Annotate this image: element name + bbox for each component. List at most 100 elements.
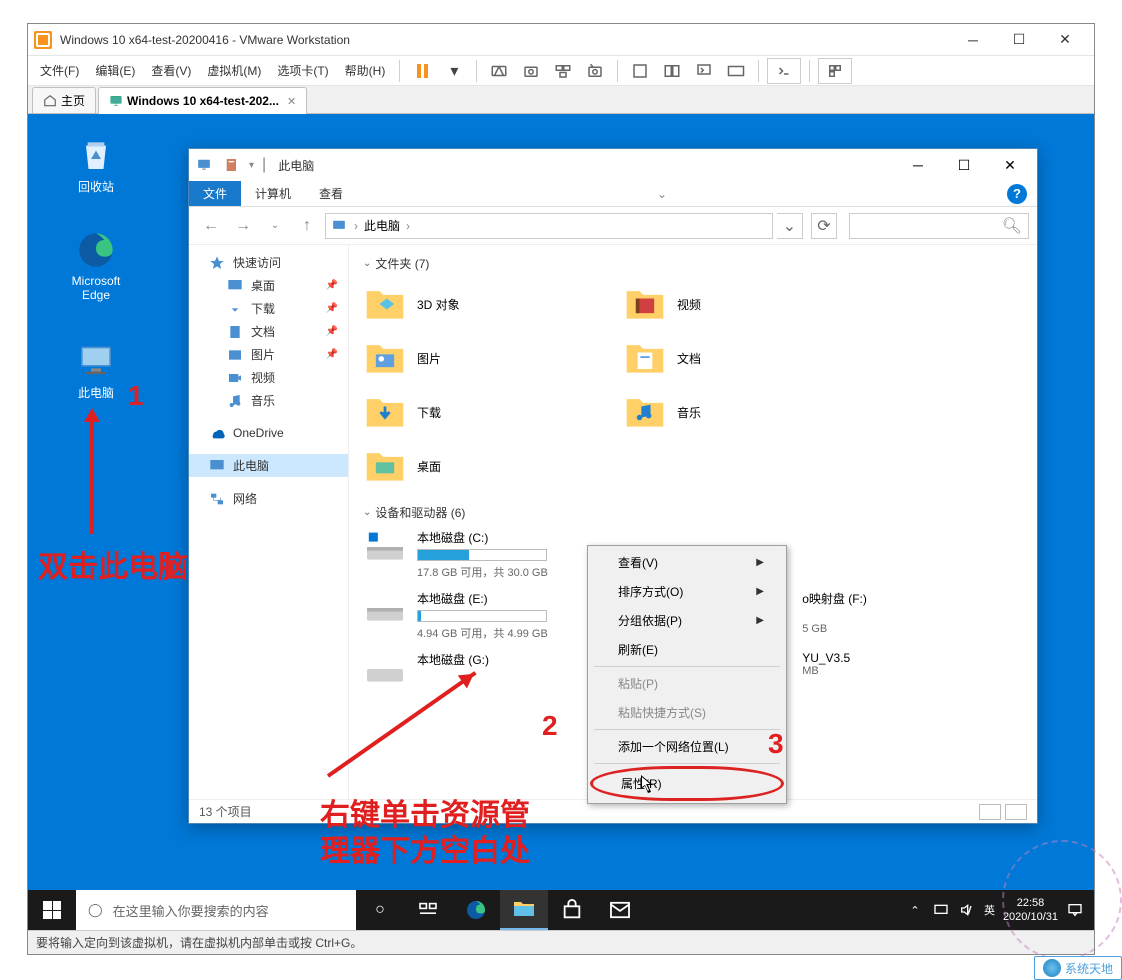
nav-up-button[interactable]: ↑	[293, 212, 321, 240]
nav-back-button[interactable]: ←	[197, 212, 225, 240]
ctx-view[interactable]: 查看(V)▶	[590, 548, 784, 577]
stretch-icon[interactable]	[722, 58, 750, 84]
taskbar-mail[interactable]	[596, 890, 644, 930]
console-icon[interactable]	[690, 58, 718, 84]
explorer-titlebar[interactable]: ▾ | 此电脑 ─ ☐ ✕	[189, 149, 1037, 181]
search-input[interactable]: 🔍︎	[849, 213, 1029, 239]
view-icons-button[interactable]	[1005, 804, 1027, 820]
menu-file[interactable]: 文件(F)	[34, 60, 85, 81]
folder-videos[interactable]: 视频	[623, 280, 863, 328]
command-icon[interactable]	[767, 58, 801, 84]
start-button[interactable]	[28, 890, 76, 930]
sidebar-this-pc[interactable]: 此电脑	[189, 454, 348, 477]
address-dropdown[interactable]: ⌄	[777, 213, 803, 239]
desktop-recycle-bin[interactable]: 回收站	[58, 134, 134, 195]
snapshot-manager-icon[interactable]	[549, 58, 577, 84]
exp-minimize-button[interactable]: ─	[895, 150, 941, 180]
maximize-button[interactable]: ☐	[996, 25, 1042, 55]
sidebar-documents[interactable]: 文档📌	[189, 320, 348, 343]
qat-dropdown-icon[interactable]: ▾	[249, 160, 254, 171]
help-icon[interactable]: ?	[1007, 184, 1027, 204]
stop-dropdown[interactable]: ▾	[440, 58, 468, 84]
ctx-group[interactable]: 分组依据(P)▶	[590, 606, 784, 635]
taskbar-store[interactable]	[548, 890, 596, 930]
qat-thispc-icon[interactable]	[193, 154, 215, 176]
desktop-this-pc[interactable]: 此电脑	[58, 340, 134, 401]
explorer-sidebar: 快速访问 桌面📌 下载📌 文档📌 图片📌 视频 音乐 OneDrive 此电脑 …	[189, 245, 349, 799]
send-ctrlaltdel-icon[interactable]	[485, 58, 513, 84]
sidebar-network[interactable]: 网络	[189, 487, 348, 510]
tab-close-icon[interactable]: ✕	[287, 95, 296, 108]
menu-help[interactable]: 帮助(H)	[339, 60, 392, 81]
sidebar-onedrive[interactable]: OneDrive	[189, 422, 348, 444]
tray-volume-icon[interactable]	[958, 901, 976, 919]
folder-documents[interactable]: 文档	[623, 334, 863, 382]
ribbon-computer-tab[interactable]: 计算机	[241, 181, 305, 206]
drive-icon	[363, 651, 407, 687]
tab-vm[interactable]: Windows 10 x64-test-202... ✕	[98, 87, 307, 114]
exp-close-button[interactable]: ✕	[987, 150, 1033, 180]
close-button[interactable]: ✕	[1042, 25, 1088, 55]
desktop-edge[interactable]: Microsoft Edge	[58, 230, 134, 302]
this-pc-icon	[76, 340, 116, 380]
nav-history-dropdown[interactable]: ⌄	[261, 212, 289, 240]
cortana-button[interactable]: ○	[356, 890, 404, 930]
annotation-rightclick-2: 理器下方空白处	[320, 826, 530, 870]
drive-f[interactable]: o映射盘 (F:)5 GB	[802, 590, 1023, 641]
edge-label: Microsoft Edge	[58, 274, 134, 302]
fullscreen-icon[interactable]	[626, 58, 654, 84]
menu-view[interactable]: 查看(V)	[145, 60, 197, 81]
vm-desktop[interactable]: 回收站 Microsoft Edge 此电脑 ▾ | 此电脑 ─ ☐	[28, 114, 1094, 930]
ribbon-expand-icon[interactable]: ⌄	[657, 187, 667, 201]
sidebar-music[interactable]: 音乐	[189, 389, 348, 412]
ribbon-view-tab[interactable]: 查看	[305, 181, 357, 206]
task-view-button[interactable]	[404, 890, 452, 930]
menu-tabs[interactable]: 选项卡(T)	[271, 60, 334, 81]
section-drives[interactable]: ⌄设备和驱动器 (6)	[363, 504, 1023, 521]
view-details-button[interactable]	[979, 804, 1001, 820]
thispc-label: 此电脑	[58, 384, 134, 401]
folder-pictures[interactable]: 图片	[363, 334, 603, 382]
chevron-right-icon: ▶	[756, 557, 764, 568]
nav-forward-button[interactable]: →	[229, 212, 257, 240]
minimize-button[interactable]: ─	[950, 25, 996, 55]
snapshot-revert-icon[interactable]	[581, 58, 609, 84]
thumbnail-icon[interactable]	[818, 58, 852, 84]
folder-desktop[interactable]: 桌面	[363, 442, 603, 490]
tab-home[interactable]: 主页	[32, 87, 96, 113]
menu-edit[interactable]: 编辑(E)	[89, 60, 141, 81]
drive-dvd[interactable]: YU_V3.5MB	[802, 651, 1023, 687]
context-menu: 查看(V)▶ 排序方式(O)▶ 分组依据(P)▶ 刷新(E) 粘贴(P) 粘贴快…	[587, 545, 787, 804]
sidebar-pictures[interactable]: 图片📌	[189, 343, 348, 366]
menu-vm[interactable]: 虚拟机(M)	[201, 60, 267, 81]
taskbar-explorer[interactable]	[500, 890, 548, 930]
ribbon-file-tab[interactable]: 文件	[189, 181, 241, 206]
address-input[interactable]: › 此电脑 ›	[325, 213, 773, 239]
section-folders[interactable]: ⌄文件夹 (7)	[363, 255, 1023, 272]
tray-ime[interactable]: 英	[984, 902, 995, 918]
explorer-ribbon: 文件 计算机 查看 ⌄ ?	[189, 181, 1037, 207]
ctx-refresh[interactable]: 刷新(E)	[590, 635, 784, 664]
snapshot-icon[interactable]	[517, 58, 545, 84]
tray-expand-icon[interactable]: ⌃	[906, 901, 924, 919]
sidebar-videos[interactable]: 视频	[189, 366, 348, 389]
ctx-sort[interactable]: 排序方式(O)▶	[590, 577, 784, 606]
sidebar-downloads[interactable]: 下载📌	[189, 297, 348, 320]
drive-e[interactable]: 本地磁盘 (E:)4.94 GB 可用，共 4.99 GB	[363, 590, 584, 641]
tray-network-icon[interactable]	[932, 901, 950, 919]
sidebar-desktop[interactable]: 桌面📌	[189, 274, 348, 297]
qat-properties-icon[interactable]	[221, 154, 243, 176]
folder-3d-objects[interactable]: 3D 对象	[363, 280, 603, 328]
ctx-add-network-location[interactable]: 添加一个网络位置(L)	[590, 732, 784, 761]
unity-icon[interactable]	[658, 58, 686, 84]
taskbar-edge[interactable]	[452, 890, 500, 930]
taskbar-search[interactable]: ◯在这里输入你要搜索的内容	[76, 890, 356, 930]
ctx-properties[interactable]: 属性(R)	[590, 766, 784, 801]
exp-maximize-button[interactable]: ☐	[941, 150, 987, 180]
sidebar-quick-access[interactable]: 快速访问	[189, 251, 348, 274]
folder-downloads[interactable]: 下载	[363, 388, 603, 436]
pause-button[interactable]	[408, 58, 436, 84]
refresh-button[interactable]: ⟳	[811, 213, 837, 239]
folder-music[interactable]: 音乐	[623, 388, 863, 436]
drive-c[interactable]: 本地磁盘 (C:)17.8 GB 可用，共 30.0 GB	[363, 529, 603, 580]
